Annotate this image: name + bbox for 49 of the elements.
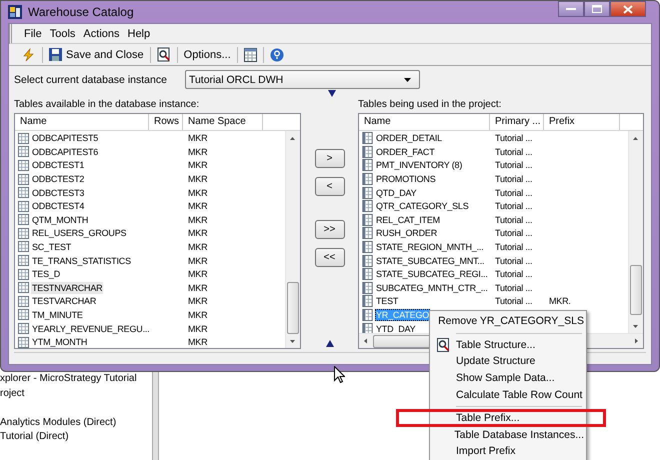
namespace-cell-text: MKR	[187, 146, 208, 159]
table-name: TEST	[375, 295, 400, 308]
primary-cell-text: Tutorial ...	[494, 214, 534, 227]
table-name: STATE_REGION_MNTH_...	[375, 240, 484, 253]
table-name: ORDER_FACT	[375, 146, 436, 158]
primary-cell-text: Tutorial ...	[494, 295, 534, 308]
namespace-cell-text: MKR	[187, 173, 208, 186]
table-name: STATE_SUBCATEG_REGI...	[375, 268, 489, 280]
table-name: PROMOTIONS	[375, 173, 437, 186]
namespace-cell-text: MKR	[187, 282, 208, 295]
namespace-cell-text: MKR	[187, 295, 208, 308]
namespace-cell-text: MKR	[187, 268, 208, 281]
namespace-cell-text: MKR	[187, 336, 208, 348]
prefix-cell-text: MKR.	[548, 295, 572, 308]
table-name: SUBCATEG_MNTH_CTR_...	[375, 282, 489, 294]
available-tables-label: Tables available in the database instance:	[14, 99, 200, 112]
table-name: YTD_DAY	[375, 322, 416, 334]
primary-cell-text: Tutorial ...	[494, 240, 534, 254]
namespace-cell-text: MKR	[187, 240, 208, 254]
namespace-cell-text: MKR	[187, 186, 208, 200]
table-name: RUSH_ORDER	[375, 227, 438, 240]
primary-cell-text: Tutorial ...	[494, 254, 534, 268]
primary-cell-text: Tutorial ...	[494, 282, 534, 295]
namespace-cell-text: MKR	[187, 254, 208, 268]
table-name: YR_CATEGO	[375, 308, 430, 321]
primary-cell-text: Tutorial ...	[494, 132, 534, 146]
namespace-cell-text: MKR	[187, 159, 208, 172]
namespace-cell-text: MKR	[187, 227, 208, 240]
used-tables-label: Tables being used in the project:	[358, 99, 502, 112]
namespace-cell-text: MKR	[187, 308, 208, 322]
primary-cell-text: Tutorial ...	[494, 200, 534, 213]
table-name: QTR_CATEGORY_SLS	[375, 200, 470, 212]
primary-cell-text: Tutorial ...	[494, 146, 534, 159]
table-name: PMT_INVENTORY (8)	[375, 159, 464, 172]
instance-label: Select current database instance	[14, 74, 167, 86]
primary-cell-text: Tutorial ...	[494, 173, 534, 186]
namespace-cell-text: MKR	[187, 132, 208, 146]
window-title: Warehouse Catalog	[28, 5, 134, 19]
table-name: STATE_SUBCATEG_MNT...	[375, 254, 486, 267]
namespace-cell-text: MKR	[187, 322, 208, 336]
table-name: REL_CAT_ITEM	[375, 214, 441, 226]
primary-cell-text: Tutorial ...	[494, 159, 534, 172]
table-name: QTD_DAY	[375, 186, 418, 199]
primary-cell-text: Tutorial ...	[494, 227, 534, 240]
table-name: ORDER_DETAIL	[375, 132, 443, 144]
namespace-cell-text: MKR	[187, 200, 208, 213]
primary-cell-text: Tutorial ...	[494, 268, 534, 281]
namespace-cell-text: MKR	[187, 214, 208, 227]
primary-cell-text: Tutorial ...	[494, 186, 534, 200]
